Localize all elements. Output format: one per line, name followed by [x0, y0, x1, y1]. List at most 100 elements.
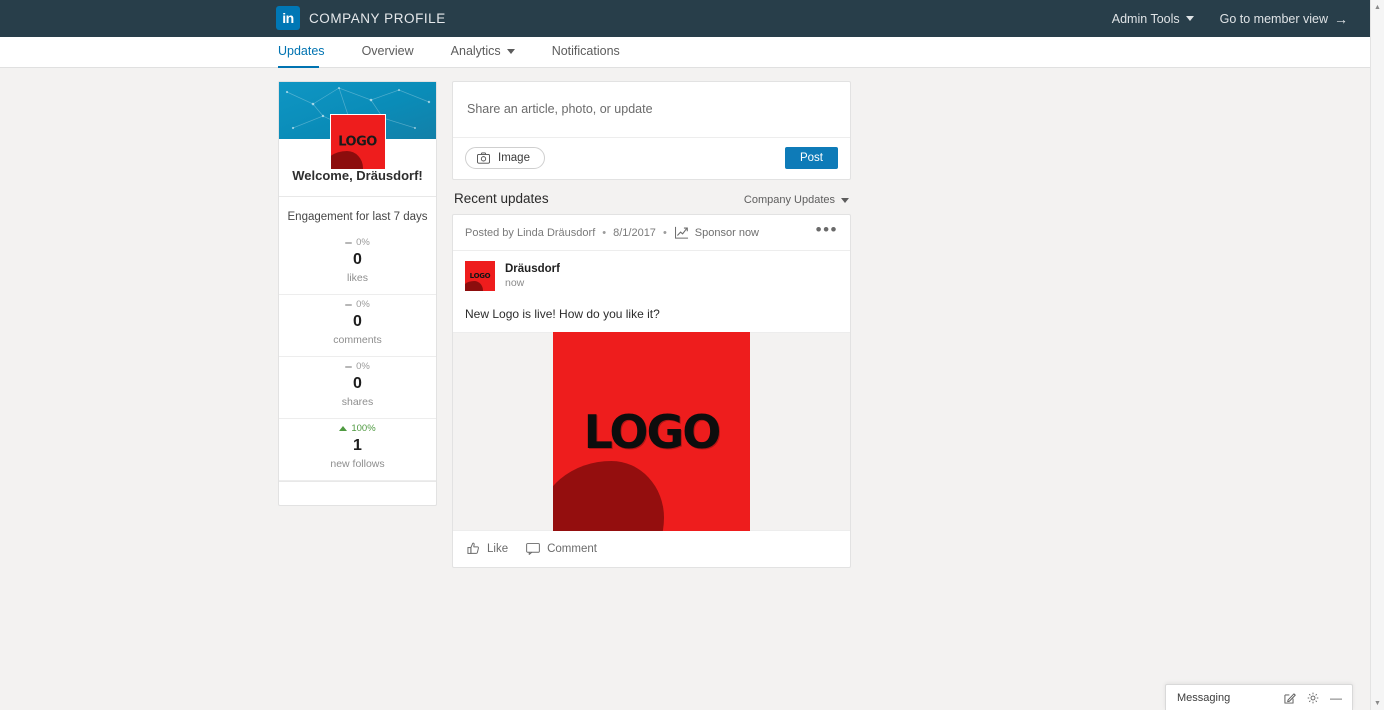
logo-blob-shape	[553, 461, 664, 531]
tab-updates[interactable]: Updates	[278, 37, 325, 66]
stat-likes-delta: 0%	[291, 237, 424, 248]
messaging-settings-button[interactable]	[1307, 692, 1319, 704]
post-image-text: LOGO	[583, 404, 722, 459]
meta-separator: •	[602, 227, 607, 239]
nav-tabs: Updates Overview Analytics Notifications	[278, 37, 657, 68]
stat-new-follows-delta-value: 100%	[351, 423, 376, 434]
add-image-button[interactable]: Image	[465, 147, 545, 169]
trend-up-icon	[339, 426, 348, 431]
page-scrollbar[interactable]: ▲ ▼	[1370, 0, 1384, 710]
chart-trend-icon	[674, 226, 688, 239]
logo-blob-shape	[465, 281, 483, 291]
stat-likes-value: 0	[352, 251, 363, 268]
page-title: COMPANY PROFILE	[309, 10, 446, 26]
sidebar-card-footer	[279, 481, 436, 505]
company-logo-text: LOGO	[338, 134, 377, 150]
post-card: Posted by Linda Dräusdorf • 8/1/2017 • S…	[452, 214, 851, 568]
chevron-down-icon	[1185, 16, 1194, 21]
top-bar: in COMPANY PROFILE Admin Tools Go to mem…	[0, 0, 1370, 37]
trend-flat-icon	[345, 241, 353, 244]
active-tab-indicator	[278, 66, 319, 68]
stat-new-follows-label: new follows	[330, 458, 385, 470]
stat-shares-delta: 0%	[291, 361, 424, 372]
comment-button[interactable]: Comment	[526, 543, 597, 555]
member-view-label: Go to member view	[1219, 11, 1328, 26]
logo-blob-shape	[330, 151, 363, 169]
post-author-name[interactable]: Dräusdorf	[505, 263, 560, 275]
thumbs-up-icon	[467, 542, 479, 554]
post-action-bar: Like Comment	[453, 531, 850, 567]
share-actions: Image Post	[453, 137, 850, 179]
company-logo: LOGO	[329, 114, 386, 170]
company-updates-filter[interactable]: Company Updates	[744, 194, 849, 206]
compose-icon	[1284, 692, 1296, 704]
messaging-dock[interactable]: Messaging —	[1165, 684, 1353, 710]
stat-shares-value: 0	[352, 375, 363, 392]
trend-flat-icon	[345, 365, 353, 368]
tab-analytics-label: Analytics	[450, 44, 501, 58]
go-to-member-view-link[interactable]: Go to member view →	[1220, 12, 1348, 26]
stat-comments-delta: 0%	[291, 299, 424, 310]
sponsor-now-button[interactable]: Sponsor now	[674, 226, 759, 240]
engagement-title: Engagement for last 7 days	[287, 211, 428, 223]
admin-tools-menu[interactable]: Admin Tools	[1112, 12, 1194, 26]
app-viewport: in COMPANY PROFILE Admin Tools Go to mem…	[0, 0, 1384, 710]
tab-analytics[interactable]: Analytics	[451, 37, 515, 66]
comment-bubble-icon	[526, 542, 540, 555]
share-box: Share an article, photo, or update Image…	[452, 81, 851, 180]
share-input[interactable]: Share an article, photo, or update	[453, 82, 850, 137]
avatar-logo-text: LOGO	[469, 272, 491, 280]
chevron-down-icon	[841, 197, 849, 203]
post-options-menu[interactable]: •••	[816, 221, 838, 239]
post-body-text: New Logo is live! How do you like it?	[465, 307, 660, 321]
compose-message-button[interactable]	[1284, 692, 1296, 704]
stat-shares-label: shares	[341, 396, 374, 408]
stat-likes-label: likes	[346, 272, 368, 284]
sponsor-now-label: Sponsor now	[694, 227, 760, 239]
camera-icon	[477, 152, 490, 164]
gear-icon	[1307, 692, 1319, 703]
like-label: Like	[487, 542, 509, 555]
stat-comments: 0% 0 comments	[279, 295, 436, 357]
stat-likes-delta-value: 0%	[356, 237, 370, 248]
post-timestamp: now	[505, 277, 525, 289]
post-date: 8/1/2017	[613, 227, 656, 239]
tab-overview-label: Overview	[361, 44, 414, 58]
tab-notifications[interactable]: Notifications	[552, 37, 620, 66]
main-column: Share an article, photo, or update Image…	[452, 81, 851, 568]
stat-shares: 0% 0 shares	[279, 357, 436, 419]
company-updates-filter-label: Company Updates	[743, 194, 835, 206]
stat-shares-delta-value: 0%	[356, 361, 370, 372]
post-author-row: LOGO Dräusdorf now	[453, 251, 850, 297]
nav-bar: Updates Overview Analytics Notifications	[0, 37, 1370, 68]
recent-updates-header: Recent updates Company Updates	[452, 180, 851, 214]
top-bar-actions: Admin Tools Go to member view →	[1112, 0, 1348, 37]
stat-comments-label: comments	[333, 334, 382, 346]
avatar[interactable]: LOGO	[465, 261, 495, 291]
post-image-container[interactable]: LOGO	[453, 332, 850, 531]
post-button[interactable]: Post	[784, 147, 838, 169]
minimize-messaging-button[interactable]: —	[1330, 692, 1342, 704]
add-image-label: Image	[498, 152, 530, 164]
messaging-label: Messaging	[1177, 691, 1231, 704]
stat-new-follows: 100% 1 new follows	[279, 419, 436, 481]
like-button[interactable]: Like	[467, 542, 508, 555]
meta-separator: •	[662, 227, 667, 239]
stat-comments-value: 0	[352, 313, 363, 330]
post-meta-row: Posted by Linda Dräusdorf • 8/1/2017 • S…	[453, 215, 850, 251]
stat-comments-delta-value: 0%	[356, 299, 370, 310]
tab-overview[interactable]: Overview	[362, 37, 414, 66]
post-image: LOGO	[553, 332, 750, 531]
scroll-up-arrow-icon[interactable]: ▲	[1371, 0, 1384, 14]
tab-updates-label: Updates	[278, 44, 325, 58]
arrow-right-icon: →	[1334, 10, 1348, 27]
post-posted-by: Posted by Linda Dräusdorf	[465, 227, 596, 239]
recent-updates-title: Recent updates	[454, 191, 549, 206]
scroll-down-arrow-icon[interactable]: ▼	[1371, 696, 1384, 710]
trend-flat-icon	[345, 303, 353, 306]
chevron-down-icon	[506, 48, 515, 54]
company-summary-card: LOGO Welcome, Dräusdorf! Engagement for …	[278, 81, 437, 506]
messaging-actions: —	[1284, 692, 1342, 704]
stat-new-follows-value: 1	[352, 437, 363, 454]
linkedin-logo-icon[interactable]: in	[276, 6, 300, 30]
